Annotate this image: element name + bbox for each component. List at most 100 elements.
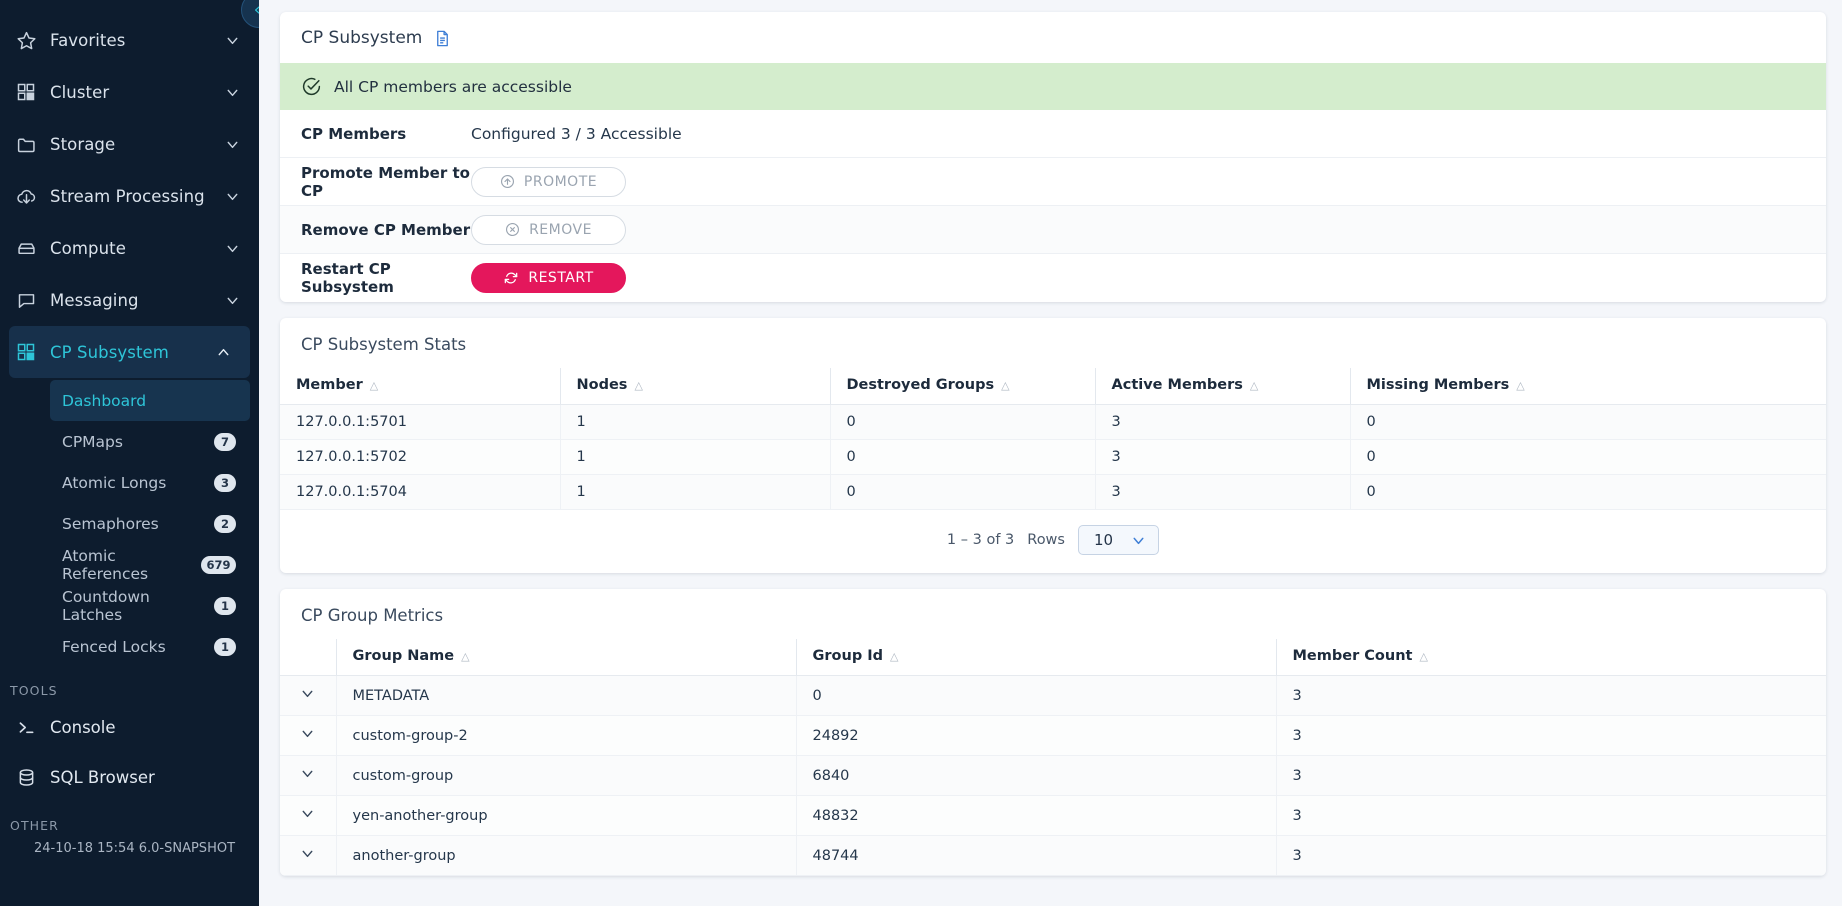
expand-row-button[interactable] xyxy=(280,796,336,836)
sidebar-item-label: SQL Browser xyxy=(50,768,155,787)
sidebar-item-semaphores[interactable]: Semaphores 2 xyxy=(50,503,250,544)
table-row[interactable]: 127.0.0.1:5701 1 0 3 0 xyxy=(280,405,1826,440)
restart-button[interactable]: RESTART xyxy=(471,263,626,293)
column-header-group-id[interactable]: Group Id△ xyxy=(796,639,1276,676)
sidebar-item-label: Messaging xyxy=(50,291,224,310)
remove-button[interactable]: REMOVE xyxy=(471,215,626,245)
sidebar-item-console[interactable]: Console xyxy=(0,702,259,752)
sidebar-item-label: Cluster xyxy=(50,83,224,102)
sidebar-subitem-label: Semaphores xyxy=(62,515,214,533)
status-banner-text: All CP members are accessible xyxy=(334,78,572,96)
cell-destroyed-groups: 0 xyxy=(830,440,1095,475)
cell-active-members: 3 xyxy=(1095,440,1350,475)
expand-row-button[interactable] xyxy=(280,676,336,716)
table-row[interactable]: METADATA 0 3 xyxy=(280,676,1826,716)
chevron-down-icon xyxy=(299,805,316,822)
column-label: Nodes xyxy=(577,377,628,393)
chevron-down-icon xyxy=(224,84,241,101)
group-metrics-table: Group Name △ Group Id△ Member Count△ META… xyxy=(280,639,1826,876)
cell-member: 127.0.0.1:5704 xyxy=(280,475,560,510)
cell-member: 127.0.0.1:5702 xyxy=(280,440,560,475)
sidebar-subitem-label: Dashboard xyxy=(62,392,236,410)
cp-subsystem-stats-card: CP Subsystem Stats Member△ Nodes △ Destro… xyxy=(280,318,1826,573)
sidebar-item-messaging[interactable]: Messaging xyxy=(0,274,259,326)
sidebar-item-label: Storage xyxy=(50,135,224,154)
chevron-down-icon xyxy=(224,32,241,49)
promote-member-row: Promote Member to CP PROMOTE xyxy=(280,158,1826,206)
sidebar-badge: 1 xyxy=(214,638,236,656)
sidebar-subitem-label: CPMaps xyxy=(62,433,214,451)
sidebar-item-label: Compute xyxy=(50,239,224,258)
sidebar-item-compute[interactable]: Compute xyxy=(0,222,259,274)
row-label: Remove CP Member xyxy=(301,221,471,239)
sidebar-item-cluster[interactable]: Cluster xyxy=(0,66,259,118)
column-label: Destroyed Groups xyxy=(847,377,995,393)
column-header-nodes[interactable]: Nodes △ xyxy=(560,368,830,405)
sidebar-item-fenced-locks[interactable]: Fenced Locks 1 xyxy=(50,626,250,667)
cell-active-members: 3 xyxy=(1095,405,1350,440)
sidebar-item-cp-subsystem[interactable]: CP Subsystem xyxy=(9,326,250,378)
sort-caret-icon: △ xyxy=(634,379,642,392)
rows-per-page-label: Rows xyxy=(1027,532,1065,548)
sidebar-subitem-label: Atomic Longs xyxy=(62,474,214,492)
sidebar-item-storage[interactable]: Storage xyxy=(0,118,259,170)
table-row[interactable]: custom-group-2 24892 3 xyxy=(280,716,1826,756)
sidebar-item-atomic-longs[interactable]: Atomic Longs 3 xyxy=(50,462,250,503)
sidebar-item-cpmaps[interactable]: CPMaps 7 xyxy=(50,421,250,462)
cell-destroyed-groups: 0 xyxy=(830,405,1095,440)
sidebar-item-dashboard[interactable]: Dashboard xyxy=(50,380,250,421)
cp-subsystem-overview-card: CP Subsystem All CP members are accessib… xyxy=(280,12,1826,302)
table-row[interactable]: 127.0.0.1:5702 1 0 3 0 xyxy=(280,440,1826,475)
group-table-title: CP Group Metrics xyxy=(280,589,1826,639)
column-label: Member Count xyxy=(1293,648,1413,664)
column-header-group-name[interactable]: Group Name △ xyxy=(336,639,796,676)
cell-member: 127.0.0.1:5701 xyxy=(280,405,560,440)
sidebar-item-favorites[interactable]: Favorites xyxy=(0,14,259,66)
rows-per-page-select[interactable]: 10 xyxy=(1078,525,1159,555)
sidebar-item-label: Stream Processing xyxy=(50,187,224,206)
grid-icon xyxy=(16,342,50,362)
pagination-bar: 1 – 3 of 3 Rows 10 xyxy=(280,510,1826,573)
expand-row-button[interactable] xyxy=(280,756,336,796)
rows-per-page-value: 10 xyxy=(1094,531,1113,549)
column-header-member-count[interactable]: Member Count△ xyxy=(1276,639,1826,676)
promote-button[interactable]: PROMOTE xyxy=(471,167,626,197)
sidebar-item-atomic-references[interactable]: Atomic References 679 xyxy=(50,544,250,585)
chevron-down-icon xyxy=(299,765,316,782)
document-icon[interactable] xyxy=(433,29,452,48)
cell-group-name: METADATA xyxy=(336,676,796,716)
chevron-down-icon xyxy=(224,136,241,153)
column-header-missing-members[interactable]: Missing Members△ xyxy=(1350,368,1826,405)
column-header-destroyed-groups[interactable]: Destroyed Groups△ xyxy=(830,368,1095,405)
remove-button-label: REMOVE xyxy=(529,222,592,238)
sidebar-item-stream-processing[interactable]: Stream Processing xyxy=(0,170,259,222)
table-row[interactable]: yen-another-group 48832 3 xyxy=(280,796,1826,836)
cell-destroyed-groups: 0 xyxy=(830,475,1095,510)
column-header-member[interactable]: Member△ xyxy=(280,368,560,405)
cell-nodes: 1 xyxy=(560,475,830,510)
column-label: Member xyxy=(296,377,363,393)
expand-row-button[interactable] xyxy=(280,716,336,756)
sort-caret-icon: △ xyxy=(461,650,469,663)
cell-group-id: 0 xyxy=(796,676,1276,716)
table-row[interactable]: 127.0.0.1:5704 1 0 3 0 xyxy=(280,475,1826,510)
table-row[interactable]: custom-group 6840 3 xyxy=(280,756,1826,796)
cell-active-members: 3 xyxy=(1095,475,1350,510)
column-label: Group Name xyxy=(353,648,455,664)
table-row[interactable]: another-group 48744 3 xyxy=(280,836,1826,876)
promote-button-label: PROMOTE xyxy=(524,174,597,190)
chevron-down-icon xyxy=(1130,532,1147,549)
page-title-row: CP Subsystem xyxy=(280,12,1826,63)
sidebar-section-tools: TOOLS xyxy=(0,667,259,702)
sidebar-item-countdown-latches[interactable]: Countdown Latches 1 xyxy=(50,585,250,626)
check-circle-icon xyxy=(301,76,322,97)
column-label: Active Members xyxy=(1112,377,1243,393)
column-header-active-members[interactable]: Active Members△ xyxy=(1095,368,1350,405)
sidebar-item-label: Favorites xyxy=(50,31,224,50)
expand-row-button[interactable] xyxy=(280,836,336,876)
stats-table-title: CP Subsystem Stats xyxy=(280,318,1826,368)
cloud-download-icon xyxy=(16,186,50,207)
cp-members-row: CP Members Configured 3 / 3 Accessible xyxy=(280,110,1826,158)
sidebar-item-sql-browser[interactable]: SQL Browser xyxy=(0,752,259,802)
sidebar: « Favorites Cluster xyxy=(0,0,259,906)
